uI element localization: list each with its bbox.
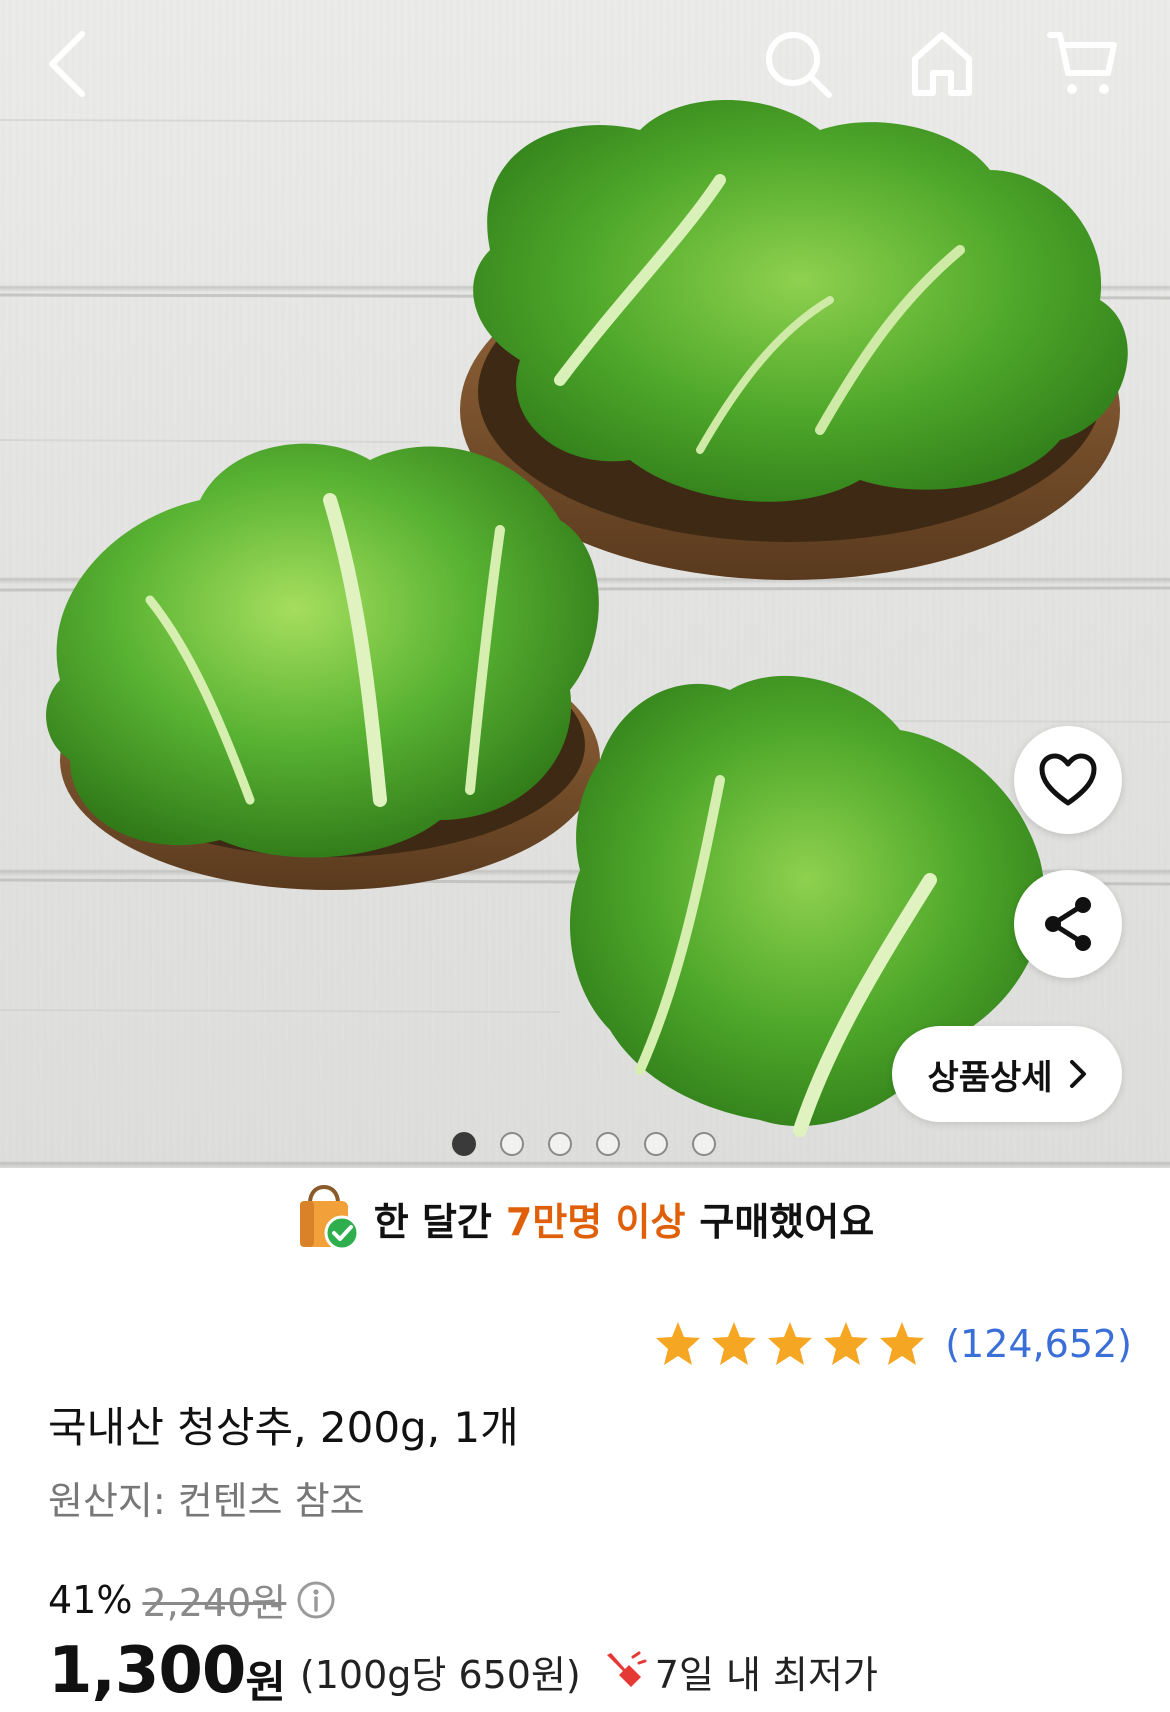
product-image-gallery[interactable]: 상품상세 (0, 0, 1170, 1168)
pagination-dot[interactable] (452, 1132, 476, 1156)
product-detail-button[interactable]: 상품상세 (892, 1026, 1122, 1122)
heart-icon (1039, 753, 1097, 806)
shopping-bag-check-icon (299, 1185, 360, 1251)
banner-prefix: 한 달간 (373, 1199, 492, 1244)
sale-price: 1,300 (48, 1634, 246, 1708)
product-rating[interactable]: (124,652) (653, 1316, 1132, 1372)
back-button[interactable] (32, 28, 104, 100)
pagination-dot[interactable] (644, 1132, 668, 1156)
star-icon (656, 1322, 701, 1365)
chevron-right-icon (1069, 1060, 1086, 1088)
price-row: 1,300 원 (100g당 650원) 7일 내 최저가 (48, 1630, 878, 1712)
star-icon (712, 1322, 757, 1365)
banner-suffix: 구매했어요 (699, 1199, 875, 1244)
discount-rate: 41% (48, 1577, 133, 1622)
lowest-price-label: 7일 내 최저가 (654, 1652, 878, 1697)
original-price: 2,240원 (142, 1581, 287, 1625)
share-icon (1045, 897, 1091, 951)
banner-highlight: 7만명 이상 (505, 1199, 686, 1244)
chevron-left-icon (49, 31, 85, 97)
cart-button[interactable] (1046, 28, 1118, 100)
discount-row: 41% 2,240원 (48, 1572, 336, 1627)
info-icon[interactable] (296, 1580, 336, 1620)
home-button[interactable] (906, 28, 978, 100)
search-icon (766, 32, 832, 98)
pagination-dot[interactable] (500, 1132, 524, 1156)
lowest-price-badge: 7일 내 최저가 (603, 1644, 878, 1699)
product-detail-label: 상품상세 (927, 1057, 1053, 1098)
search-button[interactable] (762, 28, 834, 100)
cart-icon (1047, 32, 1117, 94)
purchase-count-banner: 한 달간 7만명 이상 구매했어요 (0, 1168, 1170, 1268)
share-button[interactable] (1014, 870, 1122, 978)
pointing-hand-icon (606, 1651, 647, 1687)
star-icon (824, 1322, 869, 1365)
price-currency: 원 (245, 1657, 286, 1708)
wishlist-button[interactable] (1014, 726, 1122, 834)
pagination-dot[interactable] (548, 1132, 572, 1156)
pagination-dot[interactable] (596, 1132, 620, 1156)
review-count-link[interactable]: (124,652) (945, 1322, 1132, 1366)
star-icon (768, 1322, 813, 1365)
star-icon (880, 1322, 925, 1365)
product-title: 국내산 청상추, 200g, 1개 (48, 1403, 519, 1452)
unit-price: (100g당 650원) (299, 1652, 581, 1697)
lettuce-photo (0, 100, 1170, 1137)
pagination-dot[interactable] (692, 1132, 716, 1156)
home-icon (912, 32, 972, 96)
product-origin: 원산지: 컨텐츠 참조 (48, 1479, 365, 1523)
